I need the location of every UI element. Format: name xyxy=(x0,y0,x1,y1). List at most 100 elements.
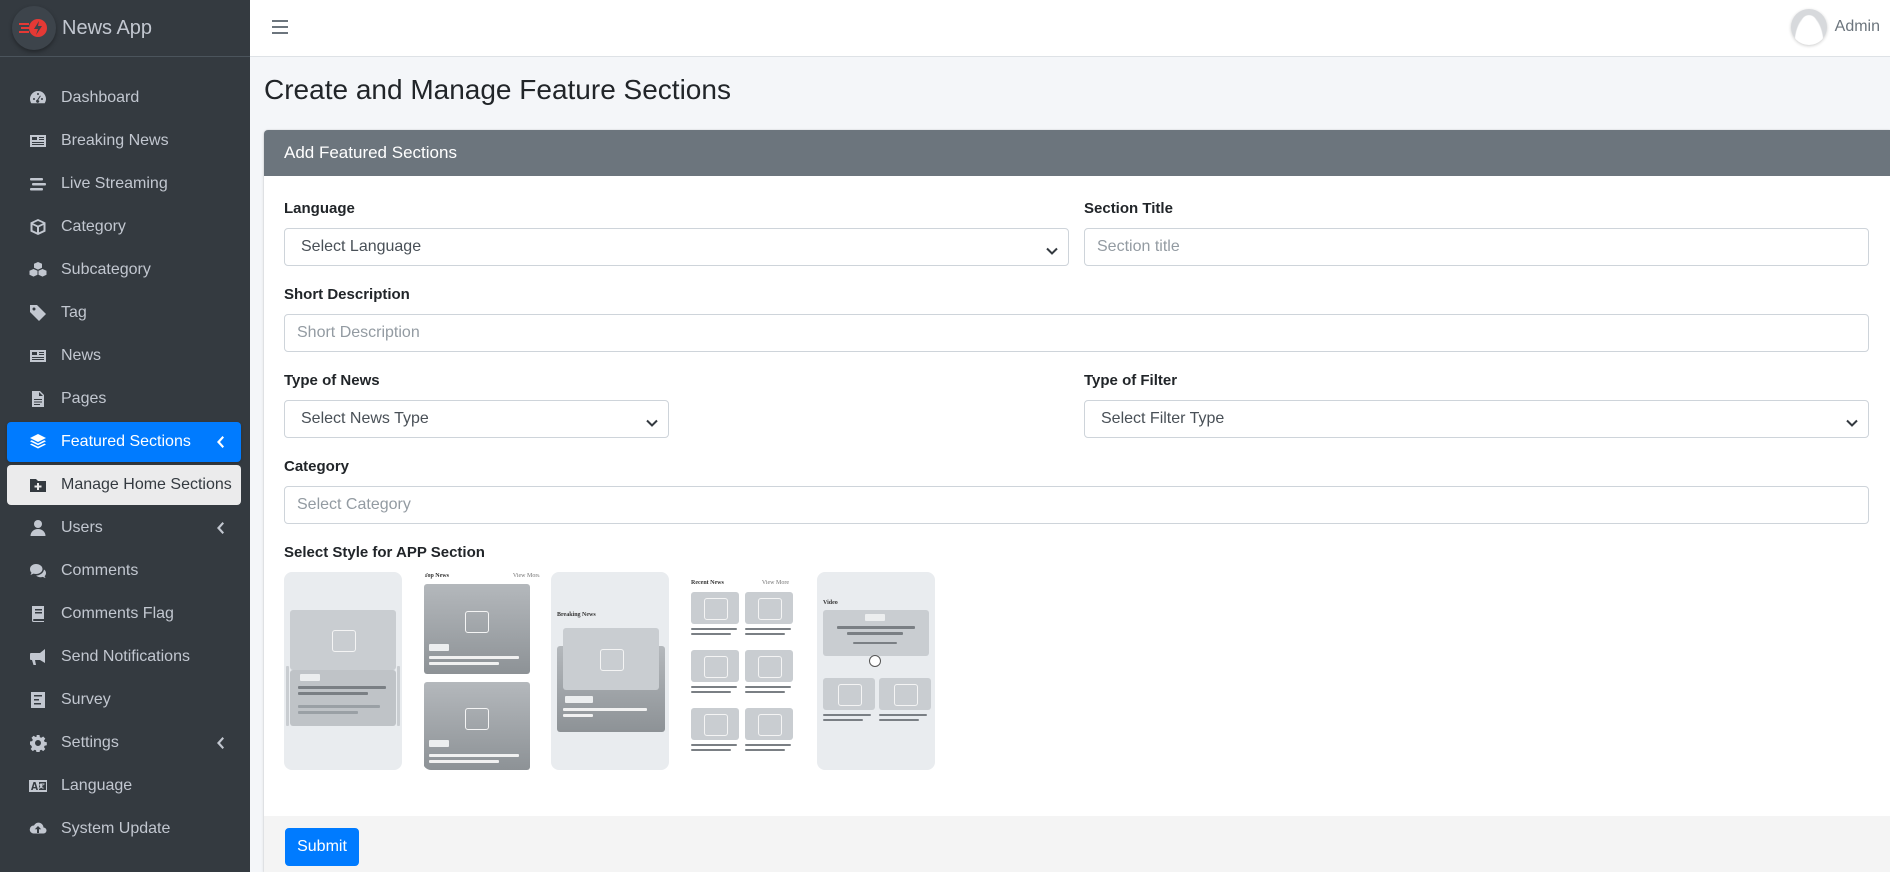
sidebar-item-settings[interactable]: Settings xyxy=(7,723,241,763)
image-placeholder-icon xyxy=(745,650,793,682)
sidebar-item-users[interactable]: Users xyxy=(7,508,241,548)
text-line xyxy=(745,633,785,635)
cloud-upload-icon xyxy=(27,820,49,838)
sidebar-item-label: System Update xyxy=(61,820,171,837)
category-tag xyxy=(429,740,449,747)
style-option-3[interactable]: Breaking News xyxy=(551,572,669,770)
text-line xyxy=(429,662,499,665)
type-of-news-label: Type of News xyxy=(284,372,380,389)
folder-plus-icon xyxy=(27,476,49,494)
sidebar-item-dashboard[interactable]: Dashboard xyxy=(7,78,241,118)
sidebar-item-label: Dashboard xyxy=(61,89,140,106)
sidebar-item-manage-home-sections[interactable]: Manage Home Sections xyxy=(7,465,241,505)
chevron-left-icon xyxy=(215,521,225,535)
language-icon xyxy=(27,777,49,795)
sidebar-item-breaking-news[interactable]: Breaking News xyxy=(7,121,241,161)
image-placeholder-icon xyxy=(461,704,491,732)
image-placeholder-icon xyxy=(461,607,491,635)
sidebar-item-survey[interactable]: Survey xyxy=(7,680,241,720)
text-line xyxy=(745,749,785,751)
brand-logo-icon xyxy=(12,6,56,50)
brand-name: News App xyxy=(62,16,153,39)
sidebar: News App Dashboard Breaking News Live St… xyxy=(0,0,250,872)
section-title-input[interactable]: Section title xyxy=(1084,228,1869,266)
side-peek xyxy=(397,666,400,726)
category-select[interactable]: Select Category xyxy=(284,486,1869,524)
sidebar-item-label: Users xyxy=(61,519,103,536)
sidebar-item-send-notifications[interactable]: Send Notifications xyxy=(7,637,241,677)
card-header: Add Featured Sections xyxy=(264,130,1890,176)
book-icon xyxy=(27,605,49,623)
sidebar-item-label: Comments xyxy=(61,562,139,579)
filter-type-select[interactable]: Select Filter Type xyxy=(1084,400,1869,438)
stream-icon xyxy=(27,175,49,193)
text-line xyxy=(691,628,737,630)
sidebar-item-language[interactable]: Language xyxy=(7,766,241,806)
sidebar-item-label: Settings xyxy=(61,734,119,751)
image-placeholder-icon xyxy=(745,592,793,624)
sidebar-item-label: Breaking News xyxy=(61,132,169,149)
text-line xyxy=(563,714,593,717)
chevron-down-icon xyxy=(1046,243,1058,255)
sidebar-item-comments[interactable]: Comments xyxy=(7,551,241,591)
text-line xyxy=(691,691,731,693)
thumb-title: Top News xyxy=(424,573,449,579)
poll-icon xyxy=(27,691,49,709)
page-title: Create and Manage Feature Sections xyxy=(264,74,731,105)
sidebar-item-system-update[interactable]: System Update xyxy=(7,809,241,849)
app-style-label: Select Style for APP Section xyxy=(284,544,485,561)
user-menu[interactable]: Admin xyxy=(1790,9,1880,45)
sidebar-item-pages[interactable]: Pages xyxy=(7,379,241,419)
text-line xyxy=(691,749,731,751)
sidebar-item-label: Survey xyxy=(61,691,111,708)
sidebar-item-news[interactable]: News xyxy=(7,336,241,376)
side-peek xyxy=(286,666,289,726)
style-option-1[interactable] xyxy=(284,572,402,770)
section-title-placeholder: Section title xyxy=(1097,238,1180,255)
newspaper-icon xyxy=(27,347,49,365)
text-line xyxy=(745,691,785,693)
cubes-icon xyxy=(27,261,49,279)
submit-button[interactable]: Submit xyxy=(285,828,359,866)
sidebar-item-label: Send Notifications xyxy=(61,648,190,665)
category-tag xyxy=(865,614,885,621)
short-description-input[interactable]: Short Description xyxy=(284,314,1869,352)
file-icon xyxy=(27,390,49,408)
news-type-select-value: Select News Type xyxy=(301,410,429,427)
sidebar-item-tag[interactable]: Tag xyxy=(7,293,241,333)
text-line xyxy=(853,642,897,644)
sidebar-item-label: News xyxy=(61,347,102,364)
sidebar-item-featured-sections[interactable]: Featured Sections xyxy=(7,422,241,462)
sidebar-item-label: Comments Flag xyxy=(61,605,174,622)
layer-group-icon xyxy=(27,433,49,451)
sidebar-item-subcategory[interactable]: Subcategory xyxy=(7,250,241,290)
image-placeholder-icon xyxy=(691,592,739,624)
text-line xyxy=(823,714,871,716)
sidebar-item-label: Manage Home Sections xyxy=(61,476,232,493)
brand[interactable]: News App xyxy=(0,0,250,57)
play-button-icon xyxy=(869,655,881,667)
type-of-filter-label: Type of Filter xyxy=(1084,372,1178,389)
hamburger-menu-icon[interactable] xyxy=(272,20,288,36)
text-line xyxy=(429,760,499,763)
style-option-5[interactable]: Video xyxy=(817,572,935,770)
image-placeholder-icon xyxy=(745,708,793,740)
text-line xyxy=(691,633,731,635)
language-select[interactable]: Select Language xyxy=(284,228,1069,266)
short-description-label: Short Description xyxy=(284,286,410,303)
sidebar-item-comments-flag[interactable]: Comments Flag xyxy=(7,594,241,634)
style-option-2[interactable]: Top News View More xyxy=(423,572,541,770)
comments-icon xyxy=(27,562,49,580)
sidebar-item-live-streaming[interactable]: Live Streaming xyxy=(7,164,241,204)
sidebar-item-label: Language xyxy=(61,777,133,794)
card-footer: Submit xyxy=(264,816,1890,872)
style-option-4[interactable]: Recent News View More xyxy=(687,572,805,770)
sidebar-item-label: Category xyxy=(61,218,126,235)
text-line xyxy=(429,656,519,659)
thumb-title: Breaking News xyxy=(557,612,596,618)
sidebar-item-category[interactable]: Category xyxy=(7,207,241,247)
image-placeholder-icon xyxy=(563,628,659,690)
text-line xyxy=(879,719,919,721)
text-line xyxy=(837,626,915,629)
news-type-select[interactable]: Select News Type xyxy=(284,400,669,438)
